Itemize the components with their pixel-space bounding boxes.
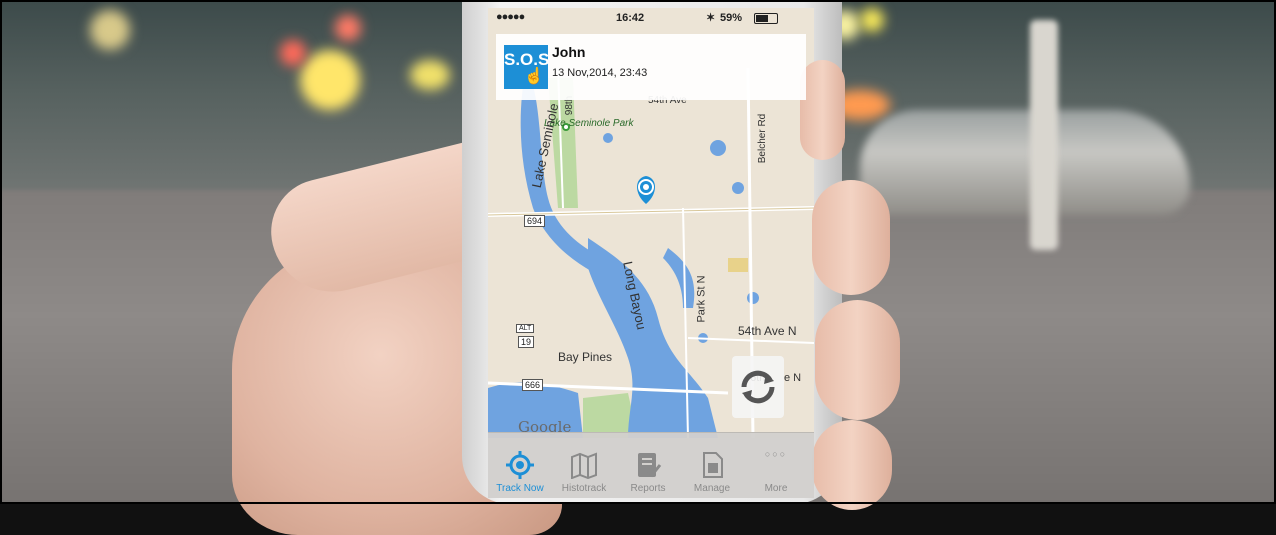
bokeh-light — [860, 8, 884, 32]
bokeh-light — [335, 15, 361, 41]
route-shield-alt: ALT — [516, 324, 535, 333]
map-label-54th-ave-n: 54th Ave N — [738, 324, 797, 338]
hand-finger — [815, 300, 900, 420]
tab-histotrack[interactable]: Histotrack — [552, 433, 616, 498]
bluetooth-icon: ✶ — [706, 12, 716, 24]
report-icon — [638, 453, 662, 478]
map-label-bay-pines: Bay Pines — [558, 350, 613, 364]
blurred-car — [860, 110, 1190, 215]
status-bar: ●●●●● 16:42 ✶ 59% — [488, 8, 814, 28]
sos-notification[interactable]: S.O.S ☝ John 13 Nov,2014, 23:43 — [496, 34, 806, 100]
battery-icon — [754, 13, 778, 24]
map-label-park-st-n: Park St N — [695, 275, 708, 323]
map-label-46th-suffix: e N — [784, 372, 802, 384]
route-shield-694: 694 — [524, 215, 546, 227]
tab-label: Histotrack — [561, 483, 607, 494]
map-label-belcher-rd: Belcher Rd — [757, 113, 769, 164]
bokeh-light — [280, 40, 306, 66]
bokeh-light — [410, 60, 450, 90]
more-dots-icon: ○○○ — [764, 449, 788, 459]
sos-badge-text: S.O.S — [504, 50, 550, 69]
tab-manage[interactable]: Manage — [680, 433, 744, 498]
hand-finger — [812, 420, 892, 510]
notification-datetime: 13 Nov,2014, 23:43 — [552, 67, 648, 79]
tab-label: Reports — [630, 483, 666, 494]
refresh-button[interactable] — [732, 356, 784, 418]
notification-contact-name: John — [552, 44, 586, 60]
bokeh-light — [90, 10, 130, 50]
status-time: 16:42 — [616, 12, 645, 24]
tab-label: More — [764, 483, 788, 494]
sim-card-icon — [703, 452, 723, 478]
tab-label: Track Now — [496, 483, 544, 494]
tab-more[interactable]: ○○○ More — [744, 433, 808, 498]
sos-badge: S.O.S ☝ — [504, 45, 550, 89]
refresh-icon — [741, 370, 775, 404]
tap-hand-icon: ☝ — [524, 68, 544, 85]
tab-reports[interactable]: Reports — [616, 433, 680, 498]
route-shield-666: 666 — [522, 379, 544, 391]
tab-track-now[interactable]: Track Now — [488, 433, 552, 498]
bokeh-light — [300, 50, 360, 110]
tab-label: Manage — [693, 483, 731, 494]
phone-screen: 54th Ave Lake Seminole Park Lake Seminol… — [488, 8, 814, 498]
hand-finger — [812, 180, 890, 295]
route-shield-19: 19 — [518, 336, 535, 348]
hand-finger — [800, 60, 845, 160]
battery-percent: 59% — [720, 12, 743, 24]
signal-strength: ●●●●● — [496, 11, 525, 23]
crosshair-icon — [506, 451, 534, 479]
map-icon — [571, 452, 597, 479]
blurred-post — [1030, 20, 1058, 250]
tab-bar: Track Now Histotrack Reports Manage ○○○ … — [488, 432, 814, 498]
